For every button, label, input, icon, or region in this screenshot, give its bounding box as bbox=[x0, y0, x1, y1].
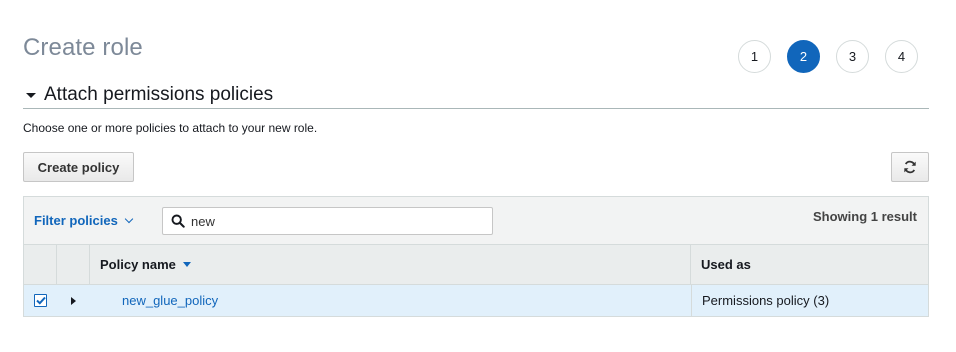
row-expand-cell[interactable] bbox=[57, 285, 90, 316]
refresh-button[interactable] bbox=[891, 152, 929, 182]
checkmark-icon bbox=[35, 296, 46, 305]
search-icon bbox=[171, 214, 185, 228]
result-count: Showing 1 result bbox=[812, 209, 917, 224]
step-3: 3 bbox=[836, 40, 869, 73]
section-description: Choose one or more policies to attach to… bbox=[23, 121, 318, 135]
step-1: 1 bbox=[738, 40, 771, 73]
filter-policies-dropdown[interactable]: Filter policies bbox=[34, 213, 134, 228]
column-header-policy-name[interactable]: Policy name bbox=[90, 245, 691, 284]
header-select-cell bbox=[24, 245, 57, 284]
create-policy-button[interactable]: Create policy bbox=[23, 152, 134, 182]
policy-name-link[interactable]: new_glue_policy bbox=[122, 293, 218, 308]
collapse-caret-icon[interactable] bbox=[26, 93, 36, 98]
used-as-value: Permissions policy (3) bbox=[702, 293, 830, 308]
row-checkbox[interactable] bbox=[34, 294, 47, 307]
step-2-current: 2 bbox=[787, 40, 820, 73]
expand-caret-icon[interactable] bbox=[71, 296, 76, 305]
chevron-down-icon bbox=[124, 214, 134, 223]
page-title: Create role bbox=[23, 34, 143, 61]
filter-bar: Filter policies Showing 1 result bbox=[24, 197, 928, 245]
policy-name-header-label: Policy name bbox=[100, 257, 176, 272]
search-box[interactable] bbox=[162, 207, 493, 235]
policies-table: Filter policies Showing 1 result Policy … bbox=[23, 196, 929, 317]
policy-name-cell: new_glue_policy bbox=[90, 285, 691, 316]
section-header[interactable]: Attach permissions policies bbox=[23, 81, 929, 109]
used-as-header-label: Used as bbox=[701, 257, 751, 272]
filter-policies-label: Filter policies bbox=[34, 213, 118, 228]
table-header: Policy name Used as bbox=[24, 245, 928, 285]
column-header-used-as[interactable]: Used as bbox=[691, 245, 928, 284]
sort-descending-icon bbox=[182, 262, 191, 267]
row-select-cell bbox=[24, 285, 57, 316]
header-expand-cell bbox=[57, 245, 90, 284]
step-4: 4 bbox=[885, 40, 918, 73]
refresh-icon bbox=[904, 160, 916, 174]
search-input[interactable] bbox=[191, 213, 481, 229]
section-title: Attach permissions policies bbox=[44, 83, 274, 105]
used-as-cell: Permissions policy (3) bbox=[691, 285, 928, 316]
wizard-steps: 1 2 3 4 bbox=[738, 40, 918, 73]
table-row[interactable]: new_glue_policy Permissions policy (3) bbox=[24, 285, 928, 316]
